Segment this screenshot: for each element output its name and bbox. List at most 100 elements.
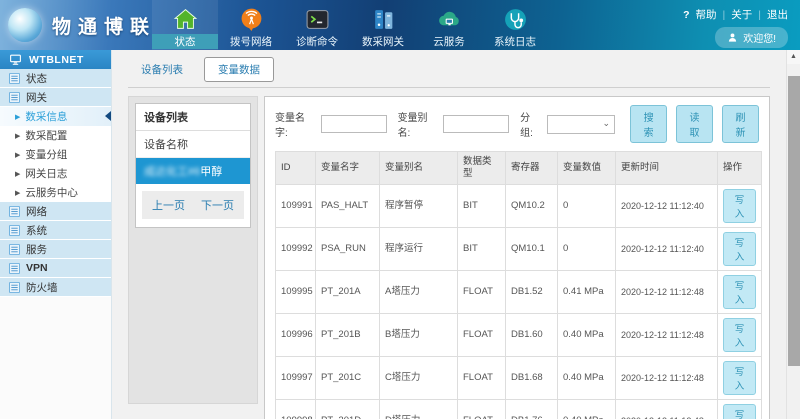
- scroll-up-button[interactable]: ▲: [787, 50, 800, 64]
- write-button[interactable]: 写入: [723, 318, 756, 352]
- sidebar-item-firewall[interactable]: 防火墙: [0, 278, 111, 297]
- nav-item-data-gateway[interactable]: 数采网关: [350, 0, 416, 50]
- variable-name-input[interactable]: [321, 115, 387, 133]
- cell-action: 写入: [718, 400, 762, 419]
- group-select[interactable]: ⌄: [547, 115, 615, 134]
- sidebar-item-label: 防火墙: [26, 280, 58, 295]
- sidebar-item-label: 系统: [26, 223, 47, 238]
- sidebar-subitem-gateway-log[interactable]: ▶ 网关日志: [0, 164, 111, 183]
- tab-device-list[interactable]: 设备列表: [128, 58, 196, 81]
- top-links: ? 帮助 | 关于 | 退出: [683, 7, 788, 22]
- cell-c-id: 109997: [276, 357, 316, 400]
- top-header: 物通博联 状态 拨号网络 诊断命令: [0, 0, 800, 50]
- page-scrollbar[interactable]: ▲: [786, 50, 800, 419]
- variable-alias-input[interactable]: [443, 115, 509, 133]
- list-icon: [9, 225, 20, 236]
- cell-action: 写入: [718, 185, 762, 228]
- sidebar-subitem-cloud-center[interactable]: ▶ 云服务中心: [0, 183, 111, 202]
- col-header-register: 寄存器: [506, 152, 558, 185]
- variable-table-body: 109991PAS_HALT程序暂停BITQM10.202020-12-12 1…: [276, 185, 762, 419]
- refresh-button[interactable]: 刷新: [722, 105, 759, 143]
- sidebar-subitem-data-acquisition-info[interactable]: ▶ 数采信息: [0, 107, 111, 126]
- nav-label: 诊断命令: [284, 34, 350, 49]
- help-icon: ?: [683, 9, 689, 21]
- table-row: 109992PSA_RUN程序运行BITQM10.102020-12-12 11…: [276, 228, 762, 271]
- chevron-right-icon: ▶: [15, 113, 20, 121]
- scrollbar-thumb[interactable]: [788, 76, 800, 366]
- sidebar-subitem-label: 云服务中心: [25, 185, 78, 200]
- sidebar-item-service[interactable]: 服务: [0, 240, 111, 259]
- cell-c-type: BIT: [458, 185, 506, 228]
- nav-item-system-log[interactable]: 系统日志: [482, 0, 548, 50]
- cell-c-alias: C塔压力: [380, 357, 458, 400]
- nav-item-status[interactable]: 状态: [152, 0, 218, 50]
- cell-c-name: PAS_HALT: [316, 185, 380, 228]
- device-prev-page-link[interactable]: 上一页: [152, 197, 185, 213]
- table-row: 109991PAS_HALT程序暂停BITQM10.202020-12-12 1…: [276, 185, 762, 228]
- cell-c-alias: A塔压力: [380, 271, 458, 314]
- cell-c-type: BIT: [458, 228, 506, 271]
- sidebar-item-vpn[interactable]: VPN: [0, 259, 111, 278]
- write-button[interactable]: 写入: [723, 361, 756, 395]
- col-header-datatype: 数据类型: [458, 152, 506, 185]
- nav-label: 拨号网络: [218, 34, 284, 49]
- cell-c-name: PT_201D: [316, 400, 380, 419]
- variable-table-panel: 变量名字: 变量别名: 分组: ⌄ 搜索 读取 刷新 ID 变量名字: [264, 96, 770, 419]
- search-button[interactable]: 搜索: [630, 105, 667, 143]
- device-next-page-link[interactable]: 下一页: [201, 197, 234, 213]
- cell-c-type: FLOAT: [458, 357, 506, 400]
- table-header-row: ID 变量名字 变量别名 数据类型 寄存器 变量数值 更新时间 操作: [276, 152, 762, 185]
- cell-c-id: 109996: [276, 314, 316, 357]
- cell-action: 写入: [718, 228, 762, 271]
- tab-variable-data[interactable]: 变量数据: [204, 57, 274, 82]
- cell-c-value: 0: [558, 185, 616, 228]
- cell-c-alias: 程序暂停: [380, 185, 458, 228]
- device-item-selected[interactable]: 成达化工#6甲醇: [136, 158, 250, 184]
- device-name-clear: 甲醇: [200, 166, 222, 178]
- gateway-servers-icon: [350, 0, 416, 32]
- sidebar-item-label: 服务: [26, 242, 47, 257]
- cell-c-name: PT_201C: [316, 357, 380, 400]
- tabs-divider: [128, 87, 770, 88]
- welcome-user-badge[interactable]: 欢迎您!: [715, 27, 788, 48]
- device-list-panel: 设备列表 设备名称 成达化工#6甲醇 上一页 下一页: [128, 96, 258, 404]
- logout-link[interactable]: 退出: [767, 7, 788, 22]
- cell-c-type: FLOAT: [458, 314, 506, 357]
- cell-action: 写入: [718, 271, 762, 314]
- cell-c-name: PSA_RUN: [316, 228, 380, 271]
- cell-c-time: 2020-12-12 11:12:48: [616, 357, 718, 400]
- app-window: 物通博联 状态 拨号网络 诊断命令: [0, 0, 800, 419]
- write-button[interactable]: 写入: [723, 232, 756, 266]
- divider: |: [723, 9, 726, 21]
- device-card: 设备列表 设备名称 成达化工#6甲醇 上一页 下一页: [135, 103, 251, 228]
- main-content: 设备列表 变量数据 设备列表 设备名称 成达化工#6甲醇 上一页 下一页 变量名…: [112, 50, 786, 419]
- about-link[interactable]: 关于: [731, 7, 752, 22]
- write-button[interactable]: 写入: [723, 404, 756, 419]
- read-button[interactable]: 读取: [676, 105, 713, 143]
- nav-item-cloud-service[interactable]: 云服务: [416, 0, 482, 50]
- sidebar-item-status[interactable]: 状态: [0, 69, 111, 88]
- cell-c-type: FLOAT: [458, 400, 506, 419]
- sidebar-subitem-data-acquisition-config[interactable]: ▶ 数采配置: [0, 126, 111, 145]
- nav-label: 状态: [152, 34, 218, 49]
- col-header-updated: 更新时间: [616, 152, 718, 185]
- write-button[interactable]: 写入: [723, 189, 756, 223]
- cell-c-reg: QM10.2: [506, 185, 558, 228]
- sidebar-subitem-variable-group[interactable]: ▶ 变量分组: [0, 145, 111, 164]
- home-icon: [152, 0, 218, 32]
- divider: |: [758, 9, 761, 21]
- col-header-action: 操作: [718, 152, 762, 185]
- cloud-icon: [416, 0, 482, 32]
- sidebar: WTBLNET 状态 网关 ▶ 数采信息 ▶ 数采配置 ▶ 变量分组 ▶ 网关日…: [0, 50, 112, 419]
- sidebar-subitem-label: 网关日志: [25, 166, 67, 181]
- sidebar-item-network[interactable]: 网络: [0, 202, 111, 221]
- cell-c-id: 109991: [276, 185, 316, 228]
- help-link[interactable]: 帮助: [696, 7, 717, 22]
- sidebar-item-system[interactable]: 系统: [0, 221, 111, 240]
- nav-item-dial-network[interactable]: 拨号网络: [218, 0, 284, 50]
- nav-item-diagnostic-command[interactable]: 诊断命令: [284, 0, 350, 50]
- sidebar-item-gateway[interactable]: 网关: [0, 88, 111, 107]
- cell-c-time: 2020-12-12 11:12:40: [616, 185, 718, 228]
- write-button[interactable]: 写入: [723, 275, 756, 309]
- filter-group-label: 分组:: [520, 109, 542, 139]
